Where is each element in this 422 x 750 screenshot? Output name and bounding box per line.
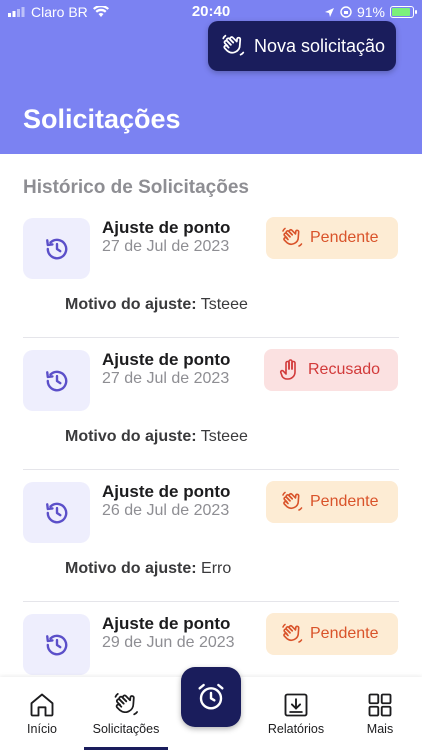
status-label: Recusado <box>308 361 381 378</box>
request-title: Ajuste de ponto <box>102 482 231 501</box>
nav-mais-label: Mais <box>366 722 394 736</box>
download-report-icon <box>284 693 308 717</box>
request-item[interactable]: Ajuste de ponto 27 de Jul de 2023 Recusa… <box>0 338 422 470</box>
status-badge: Recusado <box>264 349 398 391</box>
request-title: Ajuste de ponto <box>102 218 231 237</box>
section-title: Histórico de Solicitações <box>23 177 249 198</box>
history-icon <box>45 370 67 391</box>
motive-label: Motivo do ajuste: <box>65 560 197 577</box>
history-thumbnail <box>23 218 90 279</box>
lock-rotation-icon <box>340 6 352 18</box>
requests-list: Ajuste de ponto 27 de Jul de 2023 Penden… <box>0 206 422 734</box>
nav-mais[interactable]: Mais <box>352 677 408 750</box>
raised-hand-icon <box>279 359 296 380</box>
new-request-label: Nova solicitação <box>254 35 386 56</box>
request-item[interactable]: Ajuste de ponto 27 de Jul de 2023 Penden… <box>0 206 422 338</box>
nav-relatorios[interactable]: Relatórios <box>262 677 330 750</box>
request-motive: Motivo do ajuste: Tsteee <box>65 296 248 314</box>
nav-solicitacoes-label: Solicitações <box>92 722 160 736</box>
request-motive: Motivo do ajuste: Erro <box>65 560 231 578</box>
status-label: Pendente <box>310 229 379 246</box>
alarm-clock-icon <box>198 683 224 710</box>
home-icon <box>30 693 54 717</box>
waving-hand-icon <box>222 34 245 56</box>
request-motive: Motivo do ajuste: Tsteee <box>65 428 248 446</box>
request-date: 26 de Jul de 2023 <box>102 502 230 519</box>
motive-value: Erro <box>201 560 232 577</box>
battery-percent: 91% <box>356 4 385 20</box>
status-badge: Pendente <box>266 217 398 259</box>
status-badge: Pendente <box>266 481 398 523</box>
request-item[interactable]: Ajuste de ponto 26 de Jul de 2023 Penden… <box>0 470 422 602</box>
history-icon <box>45 238 67 259</box>
history-thumbnail <box>23 350 90 411</box>
nav-solicitacoes[interactable]: Solicitações <box>84 677 168 750</box>
waving-hand-icon <box>282 227 303 247</box>
motive-label: Motivo do ajuste: <box>65 296 197 313</box>
history-thumbnail <box>23 614 90 675</box>
nav-relatorios-label: Relatórios <box>267 722 325 736</box>
nav-inicio[interactable]: Início <box>12 677 72 750</box>
history-icon <box>45 502 67 523</box>
request-date: 27 de Jul de 2023 <box>102 370 230 387</box>
battery-icon <box>390 6 417 18</box>
waving-hand-icon <box>282 491 303 511</box>
location-arrow-icon <box>324 7 334 17</box>
grid-icon <box>368 693 392 717</box>
request-date: 27 de Jul de 2023 <box>102 238 230 255</box>
new-request-button[interactable]: Nova solicitação <box>208 21 396 71</box>
history-icon <box>45 634 67 655</box>
request-title: Ajuste de ponto <box>102 350 231 369</box>
status-badge: Pendente <box>266 613 398 655</box>
request-title: Ajuste de ponto <box>102 614 231 633</box>
header: Claro BR 20:40 91% Nova solicitação Soli… <box>0 0 422 154</box>
request-date: 29 de Jun de 2023 <box>102 634 235 651</box>
motive-label: Motivo do ajuste: <box>65 428 197 445</box>
waving-hand-icon <box>114 693 138 716</box>
page-title: Solicitações <box>23 104 181 134</box>
history-thumbnail <box>23 482 90 543</box>
clock-in-button[interactable] <box>181 667 241 727</box>
status-label: Pendente <box>310 625 379 642</box>
nav-inicio-label: Início <box>27 722 57 736</box>
status-label: Pendente <box>310 493 379 510</box>
motive-value: Tsteee <box>200 296 248 313</box>
waving-hand-icon <box>282 623 303 643</box>
motive-value: Tsteee <box>200 428 248 445</box>
